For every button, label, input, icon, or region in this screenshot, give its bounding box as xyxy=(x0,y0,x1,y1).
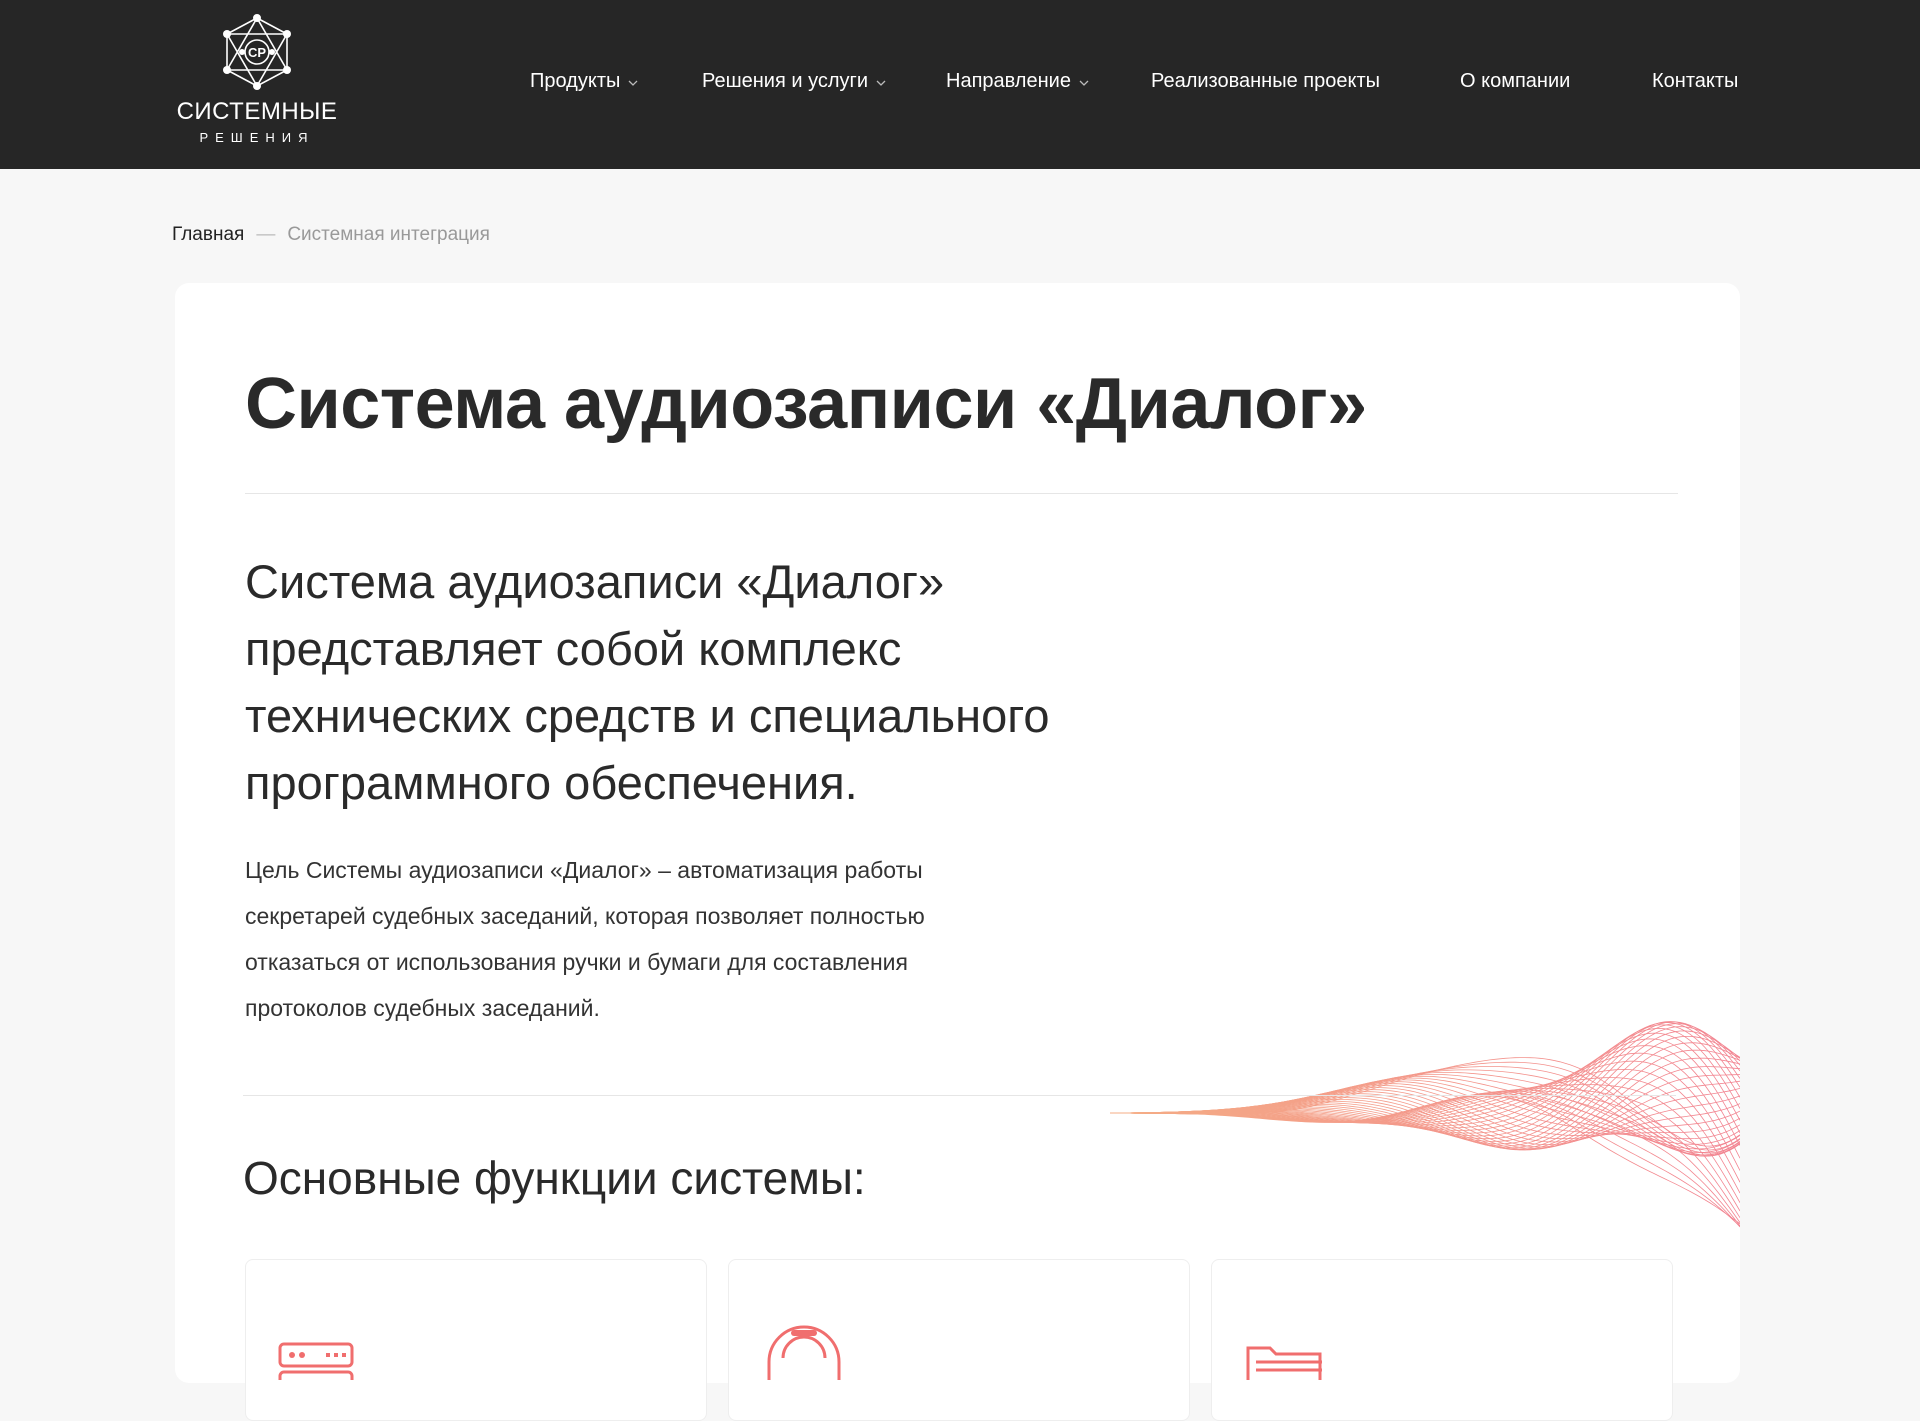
content-card: Система аудиозаписи «Диалог» Система ауд… xyxy=(175,283,1740,1421)
nav-item-solutions[interactable]: Решения и услуги xyxy=(702,70,886,93)
nav-item-projects[interactable]: Реализованные проекты xyxy=(1151,70,1380,93)
nav-label: Контакты xyxy=(1652,70,1739,92)
body-paragraph: Цель Системы аудиозаписи «Диалог» – авто… xyxy=(245,857,925,1021)
wave-line xyxy=(1110,1089,1740,1218)
feature-card[interactable] xyxy=(245,1259,707,1421)
chevron-down-icon xyxy=(876,78,886,88)
nav-label: Решения и услуги xyxy=(702,70,868,92)
nav-label: О компании xyxy=(1460,70,1571,92)
wave-line xyxy=(1110,1060,1740,1171)
nav-item-about[interactable]: О компании xyxy=(1460,70,1570,93)
breadcrumb-current: Системная интеграция xyxy=(287,224,490,245)
nav-item-direction[interactable]: Направление xyxy=(946,70,1089,93)
breadcrumb-home-link[interactable]: Главная xyxy=(172,224,244,246)
sound-wave-illustration xyxy=(1110,1021,1740,1228)
lead-paragraph: Система аудиозаписи «Диалог» представляе… xyxy=(245,555,1050,809)
feature-card[interactable] xyxy=(728,1259,1190,1421)
chevron-down-icon xyxy=(628,78,638,88)
nav-label: Реализованные проекты xyxy=(1151,70,1380,92)
breadcrumb-separator: — xyxy=(256,224,276,245)
section-title: Основные функции системы: xyxy=(243,1152,866,1204)
wave-line xyxy=(1110,1049,1740,1150)
page-title: Система аудиозаписи «Диалог» xyxy=(245,364,1367,444)
nav-item-contacts[interactable]: Контакты xyxy=(1652,70,1738,93)
folder-icon xyxy=(1246,1346,1322,1380)
nav-label: Продукты xyxy=(530,70,621,92)
breadcrumb: Главная — Системная интеграция xyxy=(172,224,490,246)
wave-line xyxy=(1110,1089,1740,1143)
site-header: СР СИСТЕМНЫЕ РЕШЕНИЯ Продукты Решения и … xyxy=(0,0,1920,169)
divider xyxy=(243,1095,1676,1096)
headset-icon xyxy=(767,1325,841,1380)
divider xyxy=(245,493,1678,494)
nav-item-products[interactable]: Продукты xyxy=(530,70,638,93)
main-nav: Продукты Решения и услуги Направление Ре… xyxy=(0,0,1920,169)
nav-label: Направление xyxy=(946,70,1071,92)
feature-card[interactable] xyxy=(1211,1259,1673,1421)
chevron-down-icon xyxy=(1079,78,1089,88)
server-icon xyxy=(278,1342,354,1380)
